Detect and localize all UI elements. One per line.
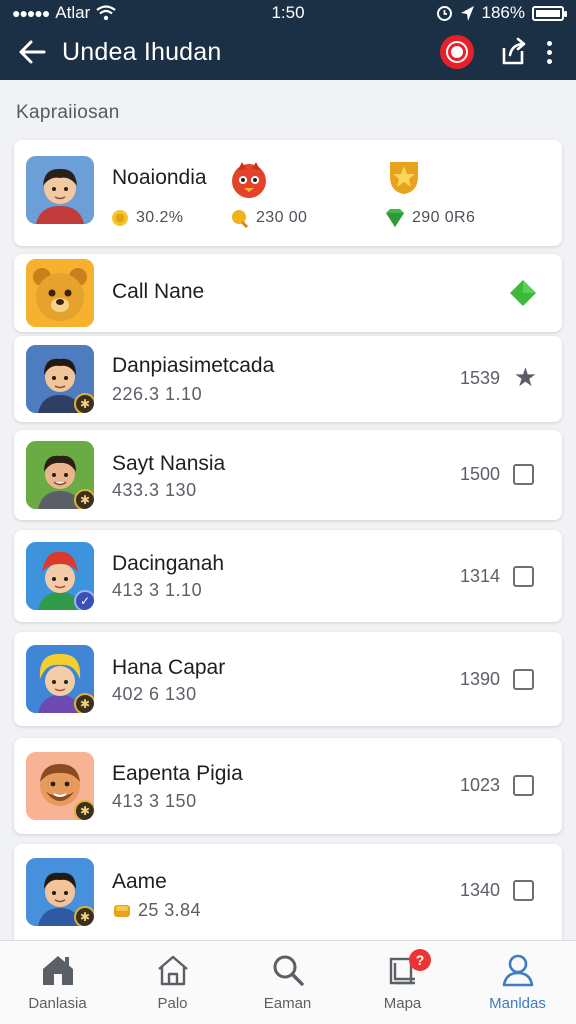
section-title: Kapraiiosan bbox=[16, 102, 120, 123]
back-button[interactable] bbox=[14, 34, 50, 70]
item-sub: 433.3 130 bbox=[112, 480, 197, 500]
top-bar: ●●●●● Atlar 1:50 186% Undea Ihudan bbox=[0, 0, 576, 80]
avatar: ✱ bbox=[26, 441, 94, 509]
battery-icon bbox=[532, 5, 567, 21]
nav-item-eaman[interactable]: Eaman bbox=[230, 941, 345, 1024]
list-item[interactable]: ✱ Sayt Nansia 433.3 130 1500 bbox=[14, 430, 562, 520]
battery-percent: 186% bbox=[481, 3, 525, 22]
item-name: Sayt Nansia bbox=[112, 452, 226, 475]
alarm-icon bbox=[436, 5, 452, 21]
item-score: 1390 bbox=[459, 669, 500, 689]
profile-name: Noaiondia bbox=[112, 166, 207, 189]
bottom-nav: Danlasia Palo Eaman ? Mapa Manldas bbox=[0, 940, 576, 1024]
item-score: 1314 bbox=[459, 566, 500, 586]
profile-card[interactable]: Noaiondia 30.2% 230 00 290 0R6 bbox=[14, 140, 562, 246]
item-sub: 226.3 1.10 bbox=[112, 384, 203, 404]
list-item[interactable]: ✱ Eapenta Pigia 413 3 150 1023 bbox=[14, 738, 562, 834]
stat-coins: 30.2% bbox=[110, 208, 183, 228]
item-name: Danpiasimetcada bbox=[112, 354, 275, 377]
rank-badge-icon: ✱ bbox=[74, 489, 94, 509]
select-checkbox[interactable] bbox=[513, 775, 534, 796]
notification-badge: ? bbox=[409, 949, 431, 971]
item-sub: 402 6 130 bbox=[112, 684, 197, 704]
nav-label: Palo bbox=[157, 995, 188, 1012]
record-icon bbox=[448, 43, 466, 61]
rank-badge-icon: ✓ bbox=[74, 590, 94, 610]
home-outline-icon bbox=[158, 955, 188, 986]
item-name: Eapenta Pigia bbox=[112, 762, 243, 785]
coin-icon bbox=[112, 210, 128, 226]
item-score: 1539 bbox=[459, 368, 500, 388]
avatar: ✱ bbox=[26, 645, 94, 713]
status-bar: ●●●●● Atlar 1:50 186% bbox=[0, 0, 576, 26]
select-checkbox[interactable] bbox=[513, 880, 534, 901]
more-dot bbox=[546, 58, 552, 64]
home-filled-icon bbox=[43, 956, 73, 985]
avatar: ✱ bbox=[26, 752, 94, 820]
item-name: Dacinganah bbox=[112, 552, 225, 575]
bear-icon bbox=[26, 259, 94, 327]
avatar bbox=[26, 156, 94, 224]
item-score: 1340 bbox=[459, 880, 500, 900]
location-icon bbox=[460, 5, 474, 21]
select-checkbox[interactable] bbox=[513, 464, 534, 485]
stat-value: 230 00 bbox=[256, 209, 308, 226]
boy-avatar-icon bbox=[26, 156, 94, 224]
more-options-button[interactable] bbox=[538, 36, 560, 68]
call-label: Call Nane bbox=[112, 280, 205, 303]
green-diamond-icon[interactable] bbox=[508, 278, 538, 308]
gold-bar-icon bbox=[114, 904, 130, 917]
nav-item-danlasia[interactable]: Danlasia bbox=[0, 941, 115, 1024]
app-bar: Undea Ihudan bbox=[0, 26, 576, 80]
avatar: ✓ bbox=[26, 542, 94, 610]
item-name: Aame bbox=[112, 870, 167, 893]
avatar: ✱ bbox=[26, 858, 94, 926]
item-sub: 413 3 1.10 bbox=[112, 580, 203, 600]
medal-icon bbox=[232, 210, 249, 228]
nav-label: Manldas bbox=[489, 995, 546, 1012]
trophy-star-icon bbox=[390, 162, 418, 194]
nav-item-palo[interactable]: Palo bbox=[115, 941, 230, 1024]
list-item[interactable]: ✱ Danpiasimetcada 226.3 1.10 1539 ★ bbox=[14, 336, 562, 422]
list-item[interactable]: ✱ Hana Capar 402 6 130 1390 bbox=[14, 632, 562, 726]
stat-value: 30.2% bbox=[136, 209, 184, 226]
select-checkbox[interactable] bbox=[513, 566, 534, 587]
stat-value: 290 0R6 bbox=[412, 209, 476, 226]
star-icon[interactable]: ★ bbox=[514, 364, 537, 390]
gem-icon bbox=[386, 209, 404, 227]
stat-gems: 290 0R6 bbox=[384, 208, 475, 228]
bear-avatar bbox=[26, 259, 94, 327]
rank-badge-icon: ✱ bbox=[74, 393, 94, 413]
back-arrow-icon bbox=[19, 40, 46, 64]
share-button[interactable] bbox=[500, 36, 528, 66]
item-score: 1023 bbox=[459, 775, 500, 795]
select-checkbox[interactable] bbox=[513, 669, 534, 690]
rank-badge-icon: ✱ bbox=[74, 693, 94, 713]
list-item[interactable]: ✓ Dacinganah 413 3 1.10 1314 bbox=[14, 530, 562, 622]
rank-badge-icon: ✱ bbox=[74, 906, 94, 926]
rank-badge-icon: ✱ bbox=[74, 800, 94, 820]
list-item[interactable]: ✱ Aame 25 3.84 1340 bbox=[14, 844, 562, 940]
item-sub: 413 3 150 bbox=[112, 791, 197, 811]
nav-item-mapa[interactable]: ? Mapa bbox=[345, 941, 460, 1024]
avatar: ✱ bbox=[26, 345, 94, 413]
item-score: 1500 bbox=[459, 464, 500, 484]
nav-label: Mapa bbox=[383, 995, 422, 1012]
profile-icon bbox=[502, 954, 534, 987]
item-name: Hana Capar bbox=[112, 656, 226, 679]
call-card[interactable]: Call Nane bbox=[14, 254, 562, 332]
red-bird-icon bbox=[232, 162, 266, 198]
item-sub: 25 3.84 bbox=[138, 900, 201, 920]
more-dot bbox=[546, 40, 552, 46]
search-icon bbox=[273, 955, 304, 986]
stat-medals: 230 00 bbox=[230, 208, 307, 228]
page-title: Undea Ihudan bbox=[62, 38, 222, 66]
item-sub-wrap: 25 3.84 bbox=[112, 900, 201, 921]
nav-label: Eaman bbox=[263, 995, 312, 1012]
nav-label: Danlasia bbox=[28, 995, 87, 1012]
nav-item-manldas[interactable]: Manldas bbox=[460, 941, 575, 1024]
record-button[interactable] bbox=[440, 35, 474, 69]
more-dot bbox=[546, 49, 552, 55]
share-icon bbox=[502, 37, 526, 65]
